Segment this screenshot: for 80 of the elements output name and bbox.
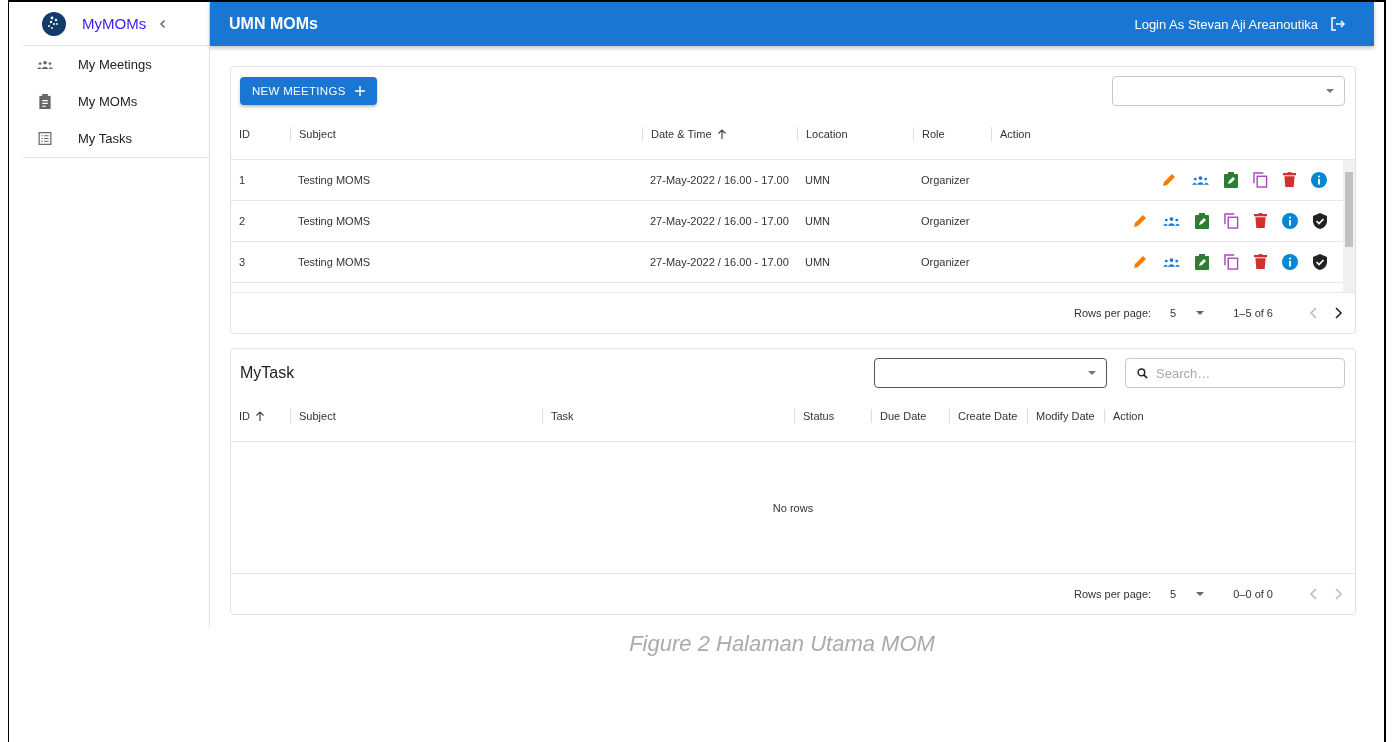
next-page-icon[interactable] (1333, 307, 1343, 320)
table-cell-text: 2 (238, 214, 247, 227)
column-header[interactable]: Task (542, 409, 794, 423)
table-cell-text: Organizer (920, 255, 971, 268)
people-icon (36, 60, 54, 69)
info-icon[interactable] (1282, 212, 1298, 229)
clipboard-icon (36, 94, 54, 109)
table-cell-text: UMN (804, 173, 832, 186)
table-cell-text: Testing MOMS (297, 214, 372, 227)
dropdown-icon (1326, 89, 1334, 93)
table-cell-text: Testing MOMS (297, 173, 372, 186)
table-cell-text: UMN (804, 255, 832, 268)
info-icon[interactable] (1282, 253, 1298, 270)
column-header[interactable]: Action (1104, 409, 1355, 423)
table-cell-text: Organizer (920, 173, 971, 186)
clipboard-edit-icon[interactable] (1195, 212, 1209, 229)
page-range: 1–5 of 6 (1233, 307, 1273, 320)
rows-per-page-label: Rows per page: (1074, 588, 1152, 600)
people-icon[interactable] (1192, 174, 1209, 185)
column-header[interactable]: Action (991, 126, 1355, 141)
column-header[interactable]: ID (231, 409, 290, 423)
clipboard-edit-icon[interactable] (1224, 171, 1238, 188)
plus-icon (354, 86, 365, 96)
clipboard-edit-icon[interactable] (1195, 253, 1209, 270)
sidebar-item[interactable]: My Meetings (23, 46, 209, 83)
shield-check-icon[interactable] (1313, 253, 1327, 270)
shield-check-icon[interactable] (1313, 212, 1327, 229)
copy-icon[interactable] (1253, 171, 1268, 188)
pencil-icon[interactable] (1161, 171, 1177, 188)
copy-icon[interactable] (1224, 253, 1239, 270)
column-header[interactable]: Location (797, 126, 913, 141)
table-cell-text: 27-May-2022 / 16.00 - 17.00 (649, 173, 790, 186)
people-icon[interactable] (1163, 215, 1180, 226)
column-header[interactable]: Subject (290, 126, 642, 141)
pencil-icon[interactable] (1132, 253, 1148, 270)
column-header[interactable]: Due Date (871, 409, 949, 423)
table-cell-text: UMN (804, 214, 832, 227)
rows-per-page-label: Rows per page: (1074, 307, 1152, 320)
table-cell-text: 3 (238, 255, 247, 268)
column-header[interactable]: Status (794, 409, 871, 423)
dropdown-icon (1196, 592, 1205, 596)
search-icon (1137, 368, 1148, 379)
app-name: MyMOMs (82, 15, 147, 32)
rows-per-page-select[interactable]: 5 (1170, 307, 1205, 320)
column-header[interactable]: Create Date (949, 409, 1027, 423)
user-label: Login As Stevan Aji Areanoutika (1134, 16, 1318, 32)
trash-icon[interactable] (1254, 254, 1267, 270)
scrollbar[interactable] (1343, 159, 1355, 293)
table-cell-text: Testing MOMS (297, 255, 372, 268)
column-header[interactable]: Role (913, 126, 991, 141)
page-range: 0–0 of 0 (1233, 588, 1273, 600)
table-cell-text: Organizer (920, 214, 971, 227)
logo-icon (42, 11, 66, 36)
column-header[interactable]: ID (231, 126, 290, 141)
figure-caption: Figure 2 Halaman Utama MOM (628, 631, 936, 657)
column-header[interactable]: Date & Time (642, 126, 797, 141)
list-icon (36, 132, 54, 145)
sidebar-item[interactable]: My MOMs (23, 83, 209, 120)
column-header[interactable]: Modify Date (1027, 409, 1104, 423)
dropdown-icon (1196, 311, 1205, 316)
sidebar-item[interactable]: My Tasks (23, 120, 209, 158)
empty-message: No rows (772, 501, 814, 514)
column-header[interactable]: Subject (290, 409, 542, 423)
pencil-icon[interactable] (1132, 212, 1148, 229)
card-title: MyTask (240, 364, 295, 382)
page-title: UMN MOMs (229, 15, 319, 33)
table-cell-text: 1 (238, 173, 247, 186)
filter-select[interactable] (874, 358, 1107, 388)
info-icon[interactable] (1311, 171, 1327, 188)
trash-icon[interactable] (1254, 213, 1267, 229)
people-icon[interactable] (1163, 256, 1180, 267)
rows-per-page-select[interactable]: 5 (1170, 588, 1205, 600)
table-cell-text: 27-May-2022 / 16.00 - 17.00 (649, 214, 790, 227)
copy-icon[interactable] (1224, 212, 1239, 229)
search-field[interactable]: Search… (1125, 358, 1345, 388)
table-cell-text: 27-May-2022 / 16.00 - 17.00 (649, 255, 790, 268)
logout-icon[interactable] (1330, 16, 1346, 32)
trash-icon[interactable] (1283, 172, 1296, 188)
dropdown-icon (1088, 371, 1096, 375)
new-meetings-button[interactable]: NEW MEETINGS (240, 77, 377, 105)
